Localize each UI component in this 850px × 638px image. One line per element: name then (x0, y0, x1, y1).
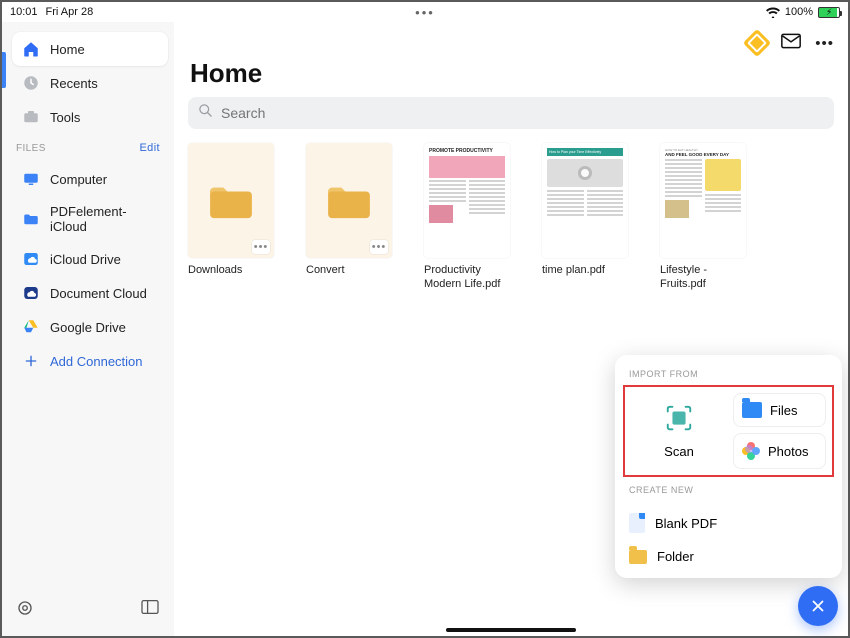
scan-label: Scan (664, 444, 694, 459)
gdrive-icon (22, 318, 40, 336)
tile-timeplan[interactable]: How to Plan your Time Effectively time p… (542, 143, 632, 292)
computer-icon (22, 170, 40, 188)
import-popup: IMPORT FROM Scan Files (615, 355, 842, 578)
add-connection-label: Add Connection (50, 354, 143, 369)
clock-icon (22, 74, 40, 92)
search-icon (198, 103, 213, 123)
sidebar-item-tools[interactable]: Tools (12, 100, 168, 134)
sidebar-item-icloud-drive[interactable]: iCloud Drive (12, 242, 168, 276)
sidebar-item-label: PDFelement-iCloud (50, 204, 158, 234)
cloud-drive-icon (22, 250, 40, 268)
status-date: Fri Apr 28 (46, 6, 94, 18)
blank-pdf-option[interactable]: Blank PDF (621, 505, 836, 541)
photos-label: Photos (768, 444, 808, 459)
tile-productivity[interactable]: PROMOTE PRODUCTIVITY Productivity Modern… (424, 143, 514, 292)
doc-cloud-icon (22, 284, 40, 302)
folder-icon (208, 182, 254, 220)
photos-option[interactable]: Photos (733, 433, 826, 469)
tile-more-icon[interactable]: ••• (252, 240, 270, 254)
files-section-title: FILES (16, 143, 46, 154)
page-title: Home (190, 58, 834, 89)
multitask-dots-icon[interactable]: ••• (415, 5, 435, 20)
sidebar-item-label: Tools (50, 110, 80, 125)
battery-percent: 100% (785, 6, 813, 18)
active-tab-indicator (2, 52, 6, 88)
search-bar[interactable] (188, 97, 834, 129)
folder-icon (326, 182, 372, 220)
tile-label: Downloads (188, 264, 278, 278)
sidebar-item-document-cloud[interactable]: Document Cloud (12, 276, 168, 310)
cloud-folder-icon (22, 210, 40, 228)
files-option[interactable]: Files (733, 393, 826, 427)
sidebar-collapse-icon[interactable] (140, 599, 160, 622)
battery-icon: ⚡︎ (818, 7, 840, 18)
home-icon (22, 40, 40, 58)
sidebar-item-label: Computer (50, 172, 107, 187)
status-bar: 10:01 Fri Apr 28 ••• 100% ⚡︎ (2, 2, 848, 22)
sidebar-item-computer[interactable]: Computer (12, 162, 168, 196)
files-label: Files (770, 403, 797, 418)
import-section-title: IMPORT FROM (615, 365, 842, 385)
edit-link[interactable]: Edit (139, 142, 160, 154)
create-folder-icon (629, 550, 647, 564)
doc-thumb-title: PROMOTE PRODUCTIVITY (429, 148, 505, 154)
tile-label: Productivity Modern Life.pdf (424, 264, 514, 292)
sidebar-item-recents[interactable]: Recents (12, 66, 168, 100)
doc-thumb-title: AND FEEL GOOD EVERY DAY (665, 152, 741, 157)
tile-downloads[interactable]: ••• Downloads (188, 143, 278, 292)
settings-icon[interactable] (16, 599, 34, 622)
create-folder-label: Folder (657, 549, 694, 564)
tile-lifestyle[interactable]: HOW TO EAT HEALTHY AND FEEL GOOD EVERY D… (660, 143, 750, 292)
create-folder-option[interactable]: Folder (621, 541, 836, 572)
sidebar-item-home[interactable]: Home (12, 32, 168, 66)
close-fab-button[interactable] (798, 586, 838, 626)
premium-badge-icon[interactable] (743, 29, 771, 57)
files-folder-icon (742, 402, 762, 418)
sidebar-item-label: Document Cloud (50, 286, 147, 301)
tile-convert[interactable]: ••• Convert (306, 143, 396, 292)
mail-icon[interactable] (781, 33, 801, 54)
wifi-icon (766, 7, 780, 18)
sidebar-item-google-drive[interactable]: Google Drive (12, 310, 168, 344)
create-section-title: CREATE NEW (615, 481, 842, 501)
sidebar-item-label: iCloud Drive (50, 252, 121, 267)
home-indicator[interactable] (446, 628, 576, 632)
tile-more-icon[interactable]: ••• (370, 240, 388, 254)
blank-pdf-icon (629, 513, 645, 533)
add-connection-button[interactable]: Add Connection (12, 344, 168, 378)
doc-thumb-title: How to Plan your Time Effectively (547, 148, 623, 156)
search-input[interactable] (221, 105, 824, 121)
main-content: ••• Home ••• Downloads (174, 22, 848, 636)
sidebar-item-label: Home (50, 42, 85, 57)
sidebar-item-label: Recents (50, 76, 98, 91)
sidebar: Home Recents Tools FILES Edit (2, 22, 174, 636)
plus-icon (22, 352, 40, 370)
tile-label: time plan.pdf (542, 264, 632, 278)
tools-icon (22, 108, 40, 126)
blank-pdf-label: Blank PDF (655, 516, 717, 531)
tile-label: Convert (306, 264, 396, 278)
import-from-highlighted-area: Scan Files (623, 385, 834, 477)
sidebar-item-pdfelement-icloud[interactable]: PDFelement-iCloud (12, 196, 168, 242)
file-grid: ••• Downloads ••• Convert PROMOTE PRODUC… (188, 143, 834, 292)
sidebar-item-label: Google Drive (50, 320, 126, 335)
tile-label: Lifestyle - Fruits.pdf (660, 264, 750, 292)
scan-option[interactable]: Scan (631, 393, 727, 469)
more-icon[interactable]: ••• (815, 35, 834, 52)
scan-icon (664, 403, 694, 438)
photos-icon (742, 442, 760, 460)
status-time: 10:01 (10, 6, 38, 18)
close-icon (809, 597, 827, 615)
